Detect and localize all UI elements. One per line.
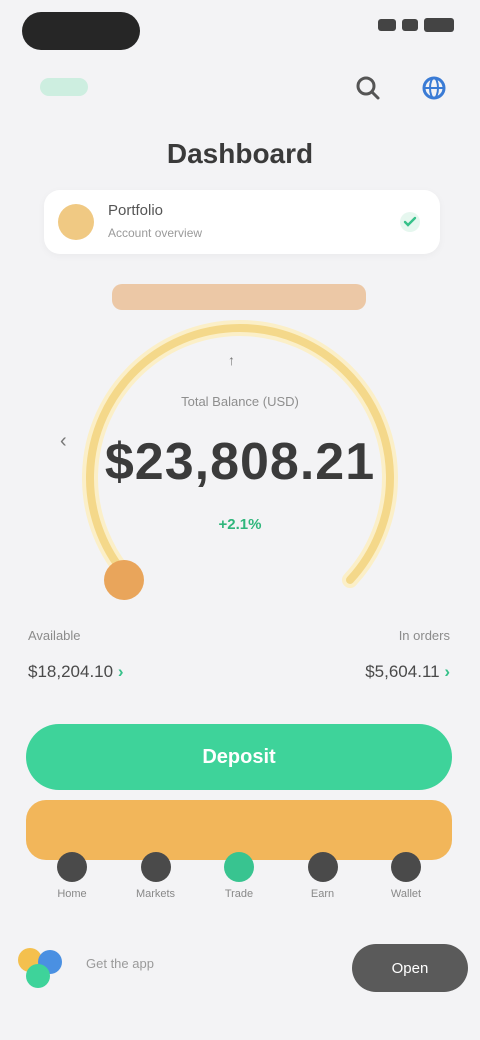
chart-icon bbox=[140, 852, 171, 882]
total-balance-caption: Total Balance (USD) bbox=[181, 394, 299, 409]
nav-item-wallet[interactable]: Wallet bbox=[382, 852, 430, 900]
battery-icon bbox=[424, 18, 454, 32]
home-icon bbox=[57, 852, 87, 882]
nav-label: Wallet bbox=[390, 888, 422, 900]
chevron-right-icon: › bbox=[117, 662, 124, 681]
available-value[interactable]: $18,204.10 › bbox=[28, 662, 124, 682]
nav-item-markets[interactable]: Markets bbox=[132, 852, 180, 900]
swap-icon bbox=[224, 852, 254, 882]
account-card[interactable]: Portfolio Account overview bbox=[44, 190, 440, 254]
nav-item-home[interactable]: Home bbox=[48, 852, 96, 900]
ring-top-hint: ↑ bbox=[228, 352, 235, 368]
balance-change[interactable]: +2.1% bbox=[0, 516, 480, 533]
nav-item-earn[interactable]: Earn bbox=[299, 852, 347, 900]
nav-label: Markets bbox=[135, 888, 176, 900]
available-label: Available bbox=[28, 628, 81, 643]
footer-text: Get the app bbox=[86, 956, 154, 971]
account-card-subtitle: Account overview bbox=[108, 226, 203, 240]
wallet-icon bbox=[391, 852, 421, 882]
nav-label: Home bbox=[57, 888, 87, 900]
app-logo-icon bbox=[18, 948, 62, 988]
open-app-button[interactable]: Open bbox=[352, 944, 468, 992]
header-tag[interactable] bbox=[40, 78, 88, 96]
wifi-icon bbox=[402, 19, 418, 31]
promo-band[interactable] bbox=[26, 800, 452, 860]
globe-button[interactable] bbox=[414, 68, 454, 108]
available-amount: $18,204.10 bbox=[28, 662, 114, 681]
total-balance-amount: $23,808.21 bbox=[104, 433, 376, 491]
nav-label: Earn bbox=[310, 888, 335, 900]
bottom-nav: Home Markets Trade Earn Wallet bbox=[26, 852, 452, 910]
globe-icon bbox=[422, 76, 446, 100]
chevron-right-icon: › bbox=[444, 662, 450, 681]
search-button[interactable] bbox=[348, 68, 388, 108]
coin-icon bbox=[307, 852, 338, 882]
in-orders-amount: $5,604.11 bbox=[365, 662, 440, 681]
status-icons bbox=[378, 18, 454, 32]
nav-label: Trade bbox=[224, 888, 254, 900]
in-orders-value[interactable]: $5,604.11 › bbox=[365, 662, 450, 682]
avatar bbox=[58, 204, 94, 240]
page-title: Dashboard bbox=[166, 138, 314, 169]
search-icon bbox=[356, 76, 380, 100]
nav-item-trade[interactable]: Trade bbox=[215, 852, 263, 900]
coin-icon bbox=[104, 560, 144, 600]
check-icon bbox=[400, 212, 420, 232]
in-orders-label: In orders bbox=[398, 628, 450, 643]
signal-icon bbox=[378, 19, 396, 31]
account-card-title: Portfolio bbox=[108, 202, 164, 219]
status-pill bbox=[22, 12, 140, 50]
deposit-button[interactable]: Deposit bbox=[26, 724, 452, 790]
